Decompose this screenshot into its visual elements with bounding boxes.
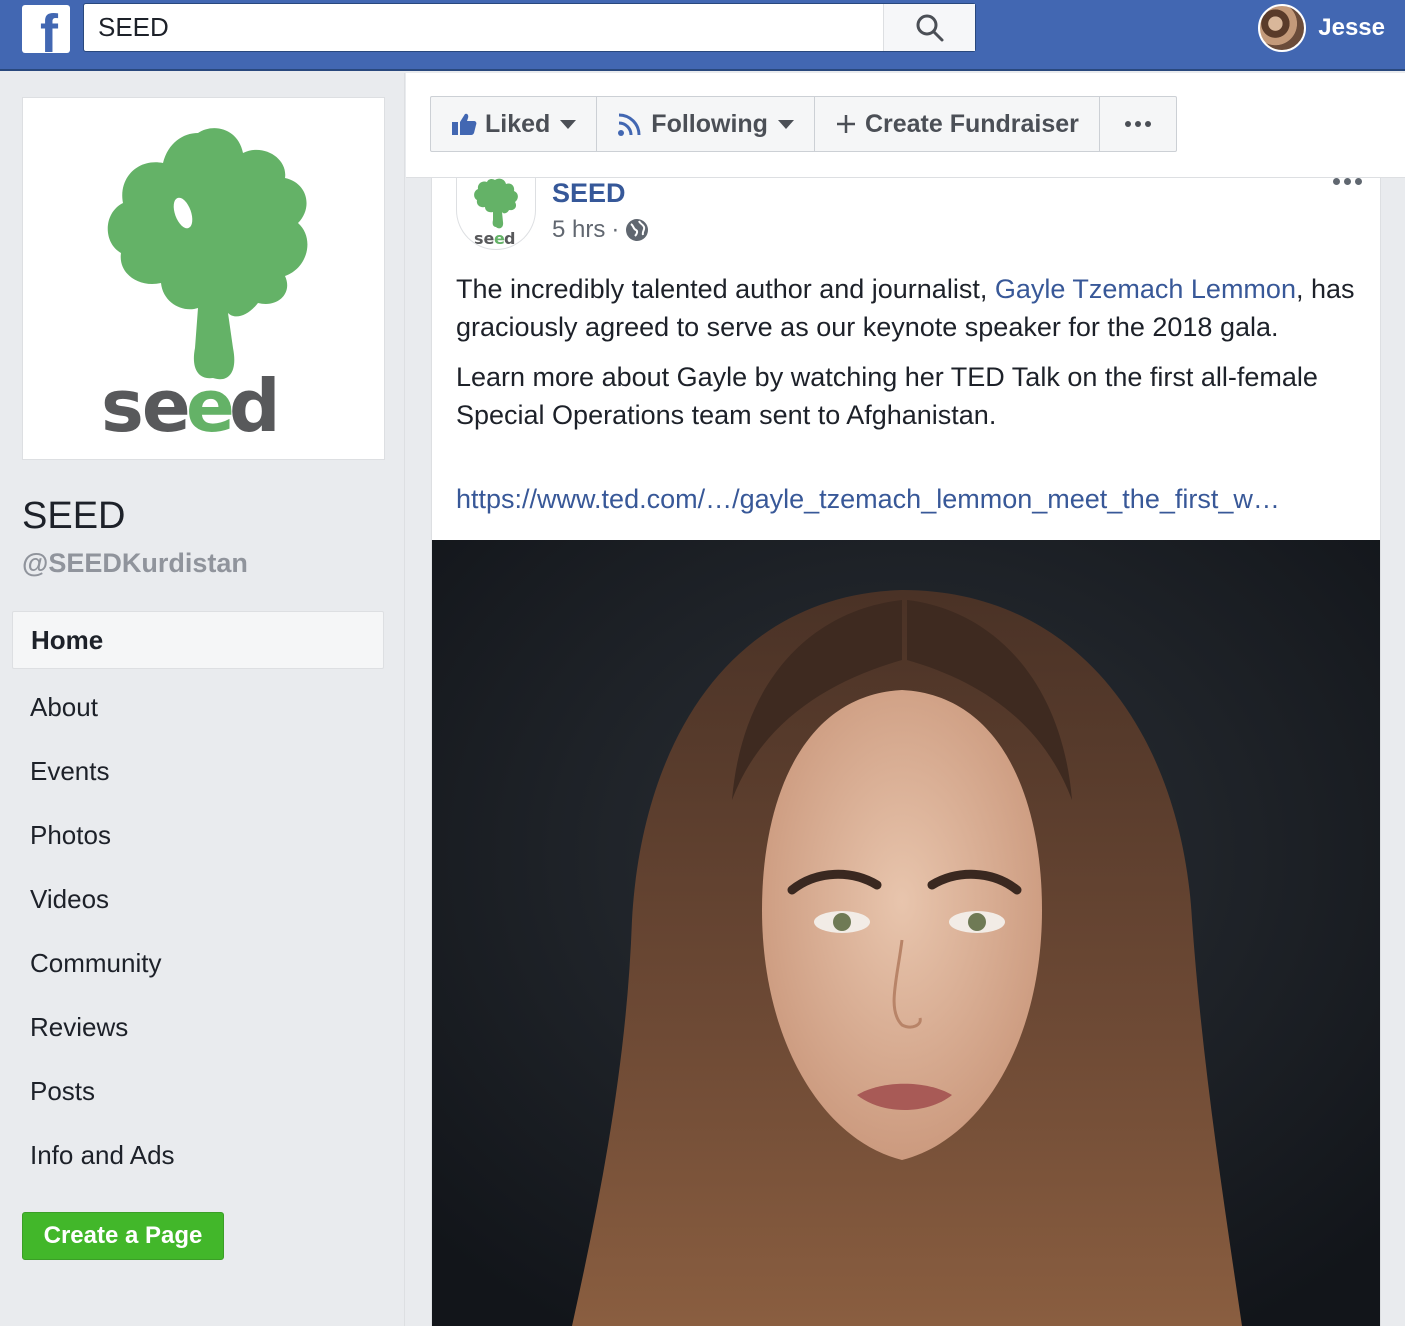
user-profile-link[interactable]: Jesse [1258,4,1385,52]
svg-text:e: e [186,364,235,448]
liked-label: Liked [485,109,551,138]
create-fundraiser-label: Create Fundraiser [864,109,1079,138]
nav-item-events[interactable]: Events [12,739,384,803]
nav-item-community[interactable]: Community [12,931,384,995]
search-box [83,3,976,52]
top-navigation-bar: f Jesse [0,0,1405,71]
svg-text:d: d [504,229,515,248]
create-page-button[interactable]: Create a Page [22,1212,224,1260]
post-author-name[interactable]: SEED [552,178,626,209]
meta-separator: · [611,216,620,243]
svg-text:se: se [101,364,189,448]
following-label: Following [651,109,768,138]
seed-logo: se e d [101,128,308,448]
nav-item-videos[interactable]: Videos [12,867,384,931]
post-meta: 5 hrs · [552,216,649,244]
search-button[interactable] [883,4,975,51]
page-profile-picture[interactable]: se e d [22,97,385,460]
action-button-group: Liked Following Create Fundraiser [430,96,1177,152]
create-fundraiser-button[interactable]: Create Fundraiser [815,97,1100,151]
liked-button[interactable]: Liked [431,97,598,151]
nav-item-info-and-ads[interactable]: Info and Ads [12,1123,384,1187]
left-sidebar: se e d SEED @SEEDKurdistan Home About Ev… [0,73,405,1326]
search-input[interactable] [84,4,884,51]
nav-item-home[interactable]: Home [12,611,384,669]
nav-item-posts[interactable]: Posts [12,1059,384,1123]
seed-logo: se e d [474,178,518,248]
following-button[interactable]: Following [597,97,815,151]
svg-text:d: d [229,364,281,448]
post-paragraph: Learn more about Gayle by watching her T… [456,362,1318,430]
page-name[interactable]: SEED [22,495,125,538]
page-handle[interactable]: @SEEDKurdistan [22,548,248,579]
svg-text:se: se [474,229,495,248]
search-icon [916,14,943,41]
nav-item-photos[interactable]: Photos [12,803,384,867]
post-photo[interactable] [432,540,1380,1326]
post-body: The incredibly talented author and journ… [456,270,1356,446]
dot-icon [1344,178,1351,185]
dot-icon [1355,178,1362,185]
more-actions-button[interactable] [1100,97,1176,151]
post-external-link[interactable]: https://www.ted.com/…/gayle_tzemach_lemm… [456,484,1280,515]
facebook-f-icon[interactable]: f [22,5,70,53]
more-options-icon [1124,121,1151,127]
plus-icon [836,115,855,133]
page-navigation: Home About Events Photos Videos Communit… [12,611,384,1187]
mention-link[interactable]: Gayle Tzemach Lemmon [995,274,1296,304]
page-action-bar: Liked Following Create Fundraiser [406,73,1405,178]
user-name: Jesse [1318,14,1385,41]
post-timestamp[interactable]: 5 hrs [552,216,605,244]
nav-item-reviews[interactable]: Reviews [12,995,384,1059]
avatar [1258,4,1307,52]
chevron-down-icon [777,119,794,129]
rss-feed-icon [618,113,641,136]
thumbs-up-icon [452,113,477,135]
globe-icon [626,219,649,241]
feed-post: se e d SEED 5 hrs · The incredibly talen… [431,178,1381,1326]
portrait-photo [432,540,1380,1326]
nav-item-about[interactable]: About [12,675,384,739]
post-paragraph: The incredibly talented author and journ… [456,274,1355,342]
post-options-button[interactable] [1333,178,1362,185]
post-author-avatar[interactable]: se e d [456,178,536,250]
chevron-down-icon [560,119,577,129]
dot-icon [1333,178,1340,185]
